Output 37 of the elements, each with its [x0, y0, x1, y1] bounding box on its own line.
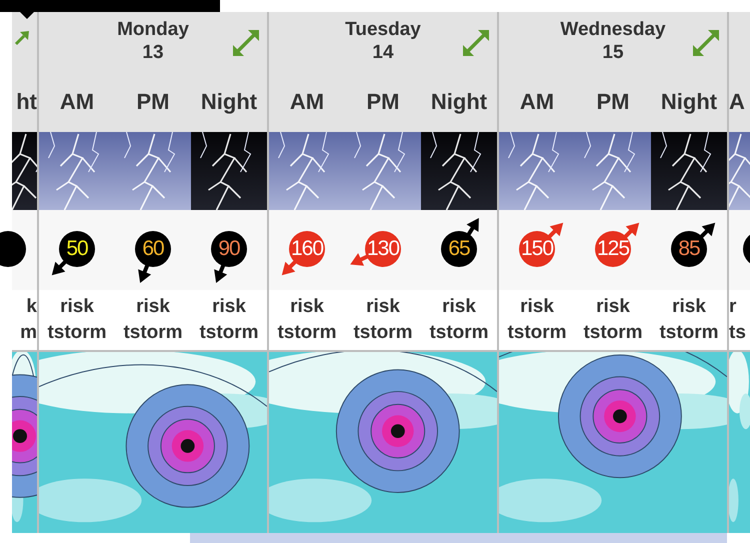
wind-speed: 50 — [66, 237, 88, 261]
condition-text: risk tstorm — [352, 295, 414, 345]
day-name: Monday — [117, 18, 189, 41]
wind-speed: 90 — [218, 237, 240, 261]
wind-speed: 150 — [520, 237, 554, 261]
condition-text: risk tstorm — [658, 295, 720, 345]
period-label: Night — [200, 88, 258, 116]
condition-text: risk tstorm — [428, 295, 490, 345]
condition-text: risk tstorm — [582, 295, 644, 345]
period-label: AM — [290, 88, 324, 116]
wind-speed: 130 — [366, 237, 400, 261]
condition-text: risk tstorm — [122, 295, 184, 345]
wind-speed: 125 — [596, 237, 630, 261]
wind-speed: 85 — [678, 237, 700, 261]
wind-speed: 65 — [448, 237, 470, 261]
day-date: 14 — [372, 41, 394, 64]
period-label: AM — [520, 88, 554, 116]
day-date: 15 — [602, 41, 624, 64]
period-label: PM — [136, 88, 170, 116]
period-label: PM — [596, 88, 630, 116]
condition-text: risk tstorm — [198, 295, 260, 345]
day-date: 13 — [142, 41, 164, 64]
period-label: ht — [16, 88, 37, 116]
wind-speed: 60 — [142, 237, 164, 261]
day-name: Wednesday — [560, 18, 666, 41]
condition-text: risk tstorm — [46, 295, 108, 345]
condition-text: k m — [19, 295, 37, 345]
condition-text: risk tstorm — [506, 295, 568, 345]
period-label: AM — [60, 88, 94, 116]
day-name: Tuesday — [345, 18, 421, 41]
period-label: Night — [660, 88, 718, 116]
condition-text: risk tstorm — [276, 295, 338, 345]
period-label: Night — [430, 88, 488, 116]
period-label: PM — [366, 88, 400, 116]
condition-text: r ts — [729, 295, 747, 345]
wind-speed: 160 — [290, 237, 324, 261]
period-label: A — [729, 88, 745, 116]
